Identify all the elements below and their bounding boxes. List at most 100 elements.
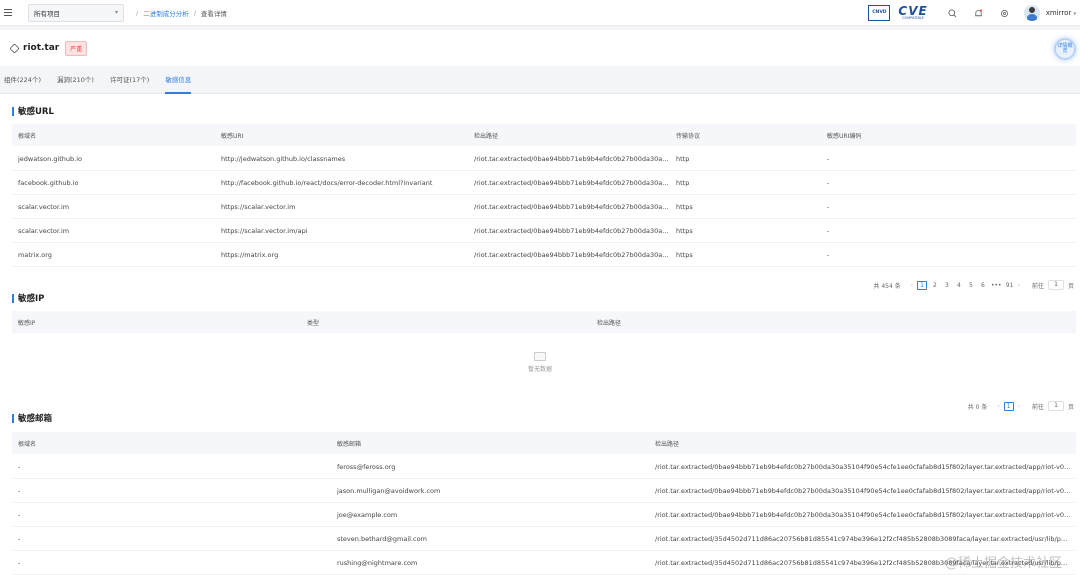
cell-uri: http://jedwatson.github.io/classnames [221,154,346,163]
tab-components[interactable]: 组件(224个) [4,66,41,94]
next-page-icon[interactable]: › [1018,403,1020,410]
tab-licenses[interactable]: 许可证(17个) [110,66,149,94]
cell-encoding: - [827,250,830,259]
goto-label: 前往 [1031,403,1044,411]
main-content: 敏感URL 根域名 敏感URI 检出路径 传输协议 敏感URI编码 jedwat… [0,94,1080,575]
page-button[interactable]: 2 [931,282,939,289]
next-page-icon[interactable]: › [1018,282,1020,289]
cell-encoding: - [827,178,830,187]
breadcrumb-item-analysis[interactable]: 二进制成分分析 [143,8,189,18]
page-title: riot.tar [23,43,60,53]
table-row[interactable]: matrix.org https://matrix.org /riot.tar.… [12,243,1076,267]
cell-uri: http://facebook.github.io/react/docs/err… [221,178,433,187]
column-header: 检出路径 [655,440,680,448]
project-select-value: 所有项目 [34,9,60,18]
table-row[interactable]: - steven.bethard@gmail.com /riot.tar.ext… [12,527,1076,551]
gear-icon[interactable] [994,9,1016,18]
url-table-header: 根域名 敏感URI 检出路径 传输协议 敏感URI编码 [12,124,1076,146]
prev-page-icon[interactable]: ‹ [997,403,999,410]
chevron-down-icon: ▾ [114,9,118,16]
tab-vulnerabilities[interactable]: 漏洞(210个) [57,66,94,94]
pagination-total: 共 454 条 [873,282,901,290]
cell-protocol: https [676,226,693,235]
table-row[interactable]: - joe@example.com /riot.tar.extracted/0b… [12,503,1076,527]
column-header: 根域名 [18,132,37,140]
cell-protocol: https [676,250,693,259]
search-icon[interactable] [942,8,964,18]
column-header: 敏感IP [18,319,36,327]
ip-pagination: 共 0 条 ‹ 1 › 前往 1 页 [968,401,1074,411]
cell-domain: - [18,510,21,519]
email-table-header: 根域名 敏感邮箱 检出路径 [12,432,1076,454]
project-select[interactable]: 所有项目 ▾ [28,3,124,22]
section-title-sensitive-email: 敏感邮箱 [12,412,52,424]
table-row[interactable]: - feross@feross.org /riot.tar.extracted/… [12,455,1076,479]
table-row[interactable]: jedwatson.github.io http://jedwatson.git… [12,147,1076,171]
cell-email: jason.mulligan@avoidwork.com [337,486,441,495]
user-menu[interactable]: xmirror ▾ [1046,9,1076,17]
column-header: 敏感URI编码 [827,132,862,140]
ip-table-header: 敏感IP 类型 检出路径 [12,311,1076,333]
breadcrumb: / 二进制成分分析 / 查看详情 [136,8,227,18]
column-header: 类型 [307,319,320,327]
cell-path: /riot.tar.extracted/0bae94bbb71eb9b4efdc… [474,178,669,187]
breadcrumb-separator: / [136,8,139,17]
cell-path: /riot.tar.extracted/0bae94bbb71eb9b4efdc… [655,462,1071,471]
tab-sensitive-info[interactable]: 敏感信息 [165,66,192,94]
avatar[interactable] [1023,5,1040,21]
package-icon [9,42,20,54]
empty-text: 暂无数据 [527,366,552,373]
tab-bar: 组件(224个) 漏洞(210个) 许可证(17个) 敏感信息 [0,66,1080,94]
page-button[interactable]: 6 [979,282,987,289]
goto-unit: 页 [1067,403,1074,411]
cell-domain: jedwatson.github.io [18,154,83,163]
url-pagination: 共 454 条 ‹ 1 2 3 4 5 6 ••• 91 › 前往 1 页 [873,280,1074,290]
section-title-sensitive-url: 敏感URL [12,105,54,117]
cell-protocol: http [676,178,690,187]
page-button[interactable]: 1 [1003,401,1014,411]
page-button[interactable]: 3 [943,282,951,289]
table-row[interactable]: - jason.mulligan@avoidwork.com /riot.tar… [12,479,1076,503]
menu-icon[interactable] [4,9,20,16]
table-row[interactable]: scalar.vector.im https://scalar.vector.i… [12,195,1076,219]
page-button[interactable]: 1 [917,280,927,290]
goto-page-input[interactable]: 1 [1047,280,1064,290]
title-panel: riot.tar 严重 详情概览 [0,30,1080,66]
cell-domain: scalar.vector.im [18,202,70,211]
watermark: @稀土掘金技术社区 [944,556,1062,571]
column-header: 敏感URI [221,132,244,140]
empty-box-icon [534,352,546,361]
column-header: 根域名 [18,440,37,448]
goto-page-input[interactable]: 1 [1047,401,1064,411]
cell-path: /riot.tar.extracted/35d4502d711d86ac2075… [655,534,1071,543]
breadcrumb-separator: / [193,8,196,17]
cell-email: joe@example.com [337,510,398,519]
detail-overview-button[interactable]: 详情概览 [1054,38,1076,60]
top-bar: 所有项目 ▾ / 二进制成分分析 / 查看详情 CNVD CVE COMPATI… [0,0,1080,26]
severity-badge: 严重 [65,40,88,56]
table-row[interactable]: scalar.vector.im https://scalar.vector.i… [12,219,1076,243]
page-button[interactable]: 5 [967,282,975,289]
cell-domain: facebook.github.io [18,178,79,187]
cell-path: /riot.tar.extracted/0bae94bbb71eb9b4efdc… [474,154,669,163]
chevron-down-icon: ▾ [1073,11,1076,17]
table-row[interactable]: facebook.github.io http://facebook.githu… [12,171,1076,195]
page-ellipsis[interactable]: ••• [991,282,1002,289]
cve-logo-subtext: COMPATIBLE [902,16,925,21]
column-header: 检出路径 [597,319,622,327]
breadcrumb-item-current: 查看详情 [200,9,227,18]
cell-domain: - [18,534,21,543]
page-button[interactable]: 91 [1006,282,1014,289]
column-header: 检出路径 [474,132,499,140]
cell-protocol: http [676,154,690,163]
cell-domain: - [18,462,21,471]
table-row[interactable]: - rushing@nightmare.com /riot.tar.extrac… [12,551,1076,575]
cell-encoding: - [827,226,830,235]
page-button[interactable]: 4 [955,282,963,289]
prev-page-icon[interactable]: ‹ [911,282,913,289]
goto-label: 前往 [1031,282,1044,290]
column-header: 传输协议 [676,132,701,140]
cell-path: /riot.tar.extracted/0bae94bbb71eb9b4efdc… [474,226,669,235]
bell-icon[interactable] [968,9,990,18]
cell-domain: - [18,558,21,567]
